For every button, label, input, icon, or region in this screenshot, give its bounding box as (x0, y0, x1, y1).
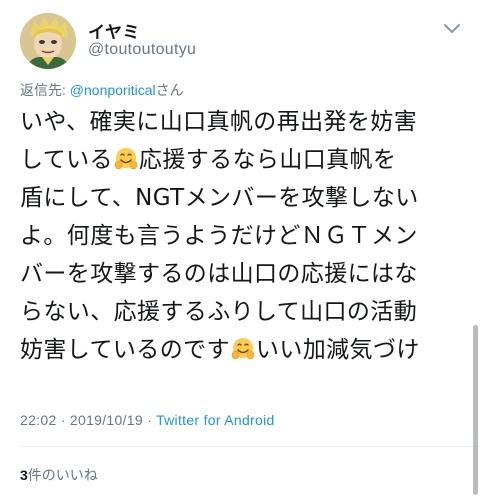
divider (20, 446, 480, 447)
tweet-line: よ。何度も言うようだけどＮＧＴメン (20, 223, 418, 249)
tweet-metadata: 22:02 · 2019/10/19 · Twitter for Android (20, 412, 275, 428)
meta-separator: · (142, 412, 157, 428)
tweet-text: いや、確実に山口真帆の再出発を妨害 している 応援するなら山口真帆を 盾にして、N… (20, 103, 472, 369)
tweet-line: している 応援するなら山口真帆を (20, 141, 472, 179)
tweet-line: いや、確実に山口真帆の再出発を妨害 (20, 109, 418, 135)
likes-summary[interactable]: 3件のいいね (20, 465, 98, 485)
tweet-line-text: している (20, 147, 113, 173)
hugging-face-emoji (114, 147, 138, 171)
reply-prefix: 返信先: (20, 82, 70, 98)
avatar[interactable] (20, 13, 76, 69)
tweet-line-text: いい加減気づけ (255, 337, 420, 363)
tweet-source-link[interactable]: Twitter for Android (156, 412, 275, 428)
more-options-button[interactable] (442, 22, 462, 36)
tweet-line: らない、応援するふりして山口の活動 (20, 299, 418, 325)
tweet-line-text: 応援するなら山口真帆を (138, 147, 397, 173)
tweet-line-text: 妨害しているのです (20, 337, 230, 363)
hugging-face-emoji (231, 337, 255, 361)
chevron-down-icon (444, 24, 460, 33)
tweet-line: 盾にして、NGTメンバーを攻撃しない (20, 185, 419, 211)
tweet-date[interactable]: 2019/10/19 (70, 412, 143, 428)
likes-count: 3 (20, 467, 28, 483)
reply-suffix: さん (155, 82, 184, 98)
tweet-card: イヤミ @toutoutoutyu 返信先: @nonporiticalさん い… (0, 0, 480, 496)
tweet-line: バーを攻撃するのは山口の応援にはな (20, 261, 418, 287)
tweet-time[interactable]: 22:02 (20, 412, 57, 428)
tweet-line: 妨害しているのです いい加減気づけ (20, 331, 472, 369)
scrollbar[interactable] (473, 325, 478, 495)
user-handle[interactable]: @toutoutoutyu (88, 41, 196, 59)
reply-to-line: 返信先: @nonporiticalさん (20, 80, 184, 100)
meta-separator: · (56, 412, 70, 428)
avatar-image (20, 13, 76, 69)
reply-mention-link[interactable]: @nonporitical (70, 82, 156, 98)
display-name[interactable]: イヤミ (88, 18, 140, 43)
likes-label: 件のいいね (27, 467, 98, 483)
